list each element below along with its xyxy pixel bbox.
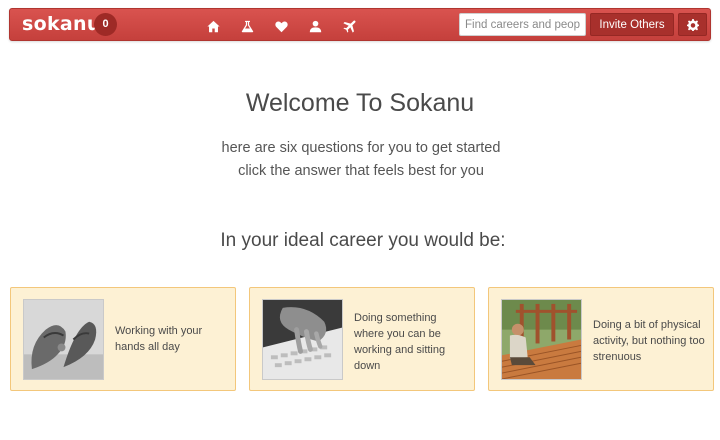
answer-text: Doing something where you can be working… xyxy=(354,312,446,372)
subtitle-line-1: here are six questions for you to get st… xyxy=(221,140,501,156)
settings-button[interactable] xyxy=(678,13,707,36)
answer-text: Doing a bit of physical activity, but no… xyxy=(593,319,705,363)
page-title: Welcome To Sokanu xyxy=(245,89,475,117)
nav-icon-bar xyxy=(196,15,366,37)
subtitle-line-2: click the answer that feels best for you xyxy=(238,163,484,179)
question-heading: In your ideal career you would be: xyxy=(220,230,506,251)
answer-card-typing[interactable]: Doing something where you can be working… xyxy=(249,287,475,391)
answer-text: Working with your hands all day xyxy=(115,325,203,353)
carpentry-photo xyxy=(501,299,582,380)
answer-card-hands[interactable]: Working with your hands all day xyxy=(10,287,236,391)
logo[interactable]: sokanu xyxy=(22,13,101,35)
user-icon[interactable] xyxy=(298,15,332,37)
typing-photo xyxy=(262,299,343,380)
plane-icon[interactable] xyxy=(332,15,366,37)
top-navbar: sokanu 0 Invite Others xyxy=(9,8,711,41)
heart-icon[interactable] xyxy=(264,15,298,37)
gear-icon xyxy=(686,18,699,31)
search-input[interactable] xyxy=(459,13,586,36)
flask-icon[interactable] xyxy=(230,15,264,37)
home-icon[interactable] xyxy=(196,15,230,37)
answer-card-physical[interactable]: Doing a bit of physical activity, but no… xyxy=(488,287,714,391)
notification-count-badge[interactable]: 0 xyxy=(94,13,117,36)
invite-others-button[interactable]: Invite Others xyxy=(590,13,674,36)
hands-photo xyxy=(23,299,104,380)
